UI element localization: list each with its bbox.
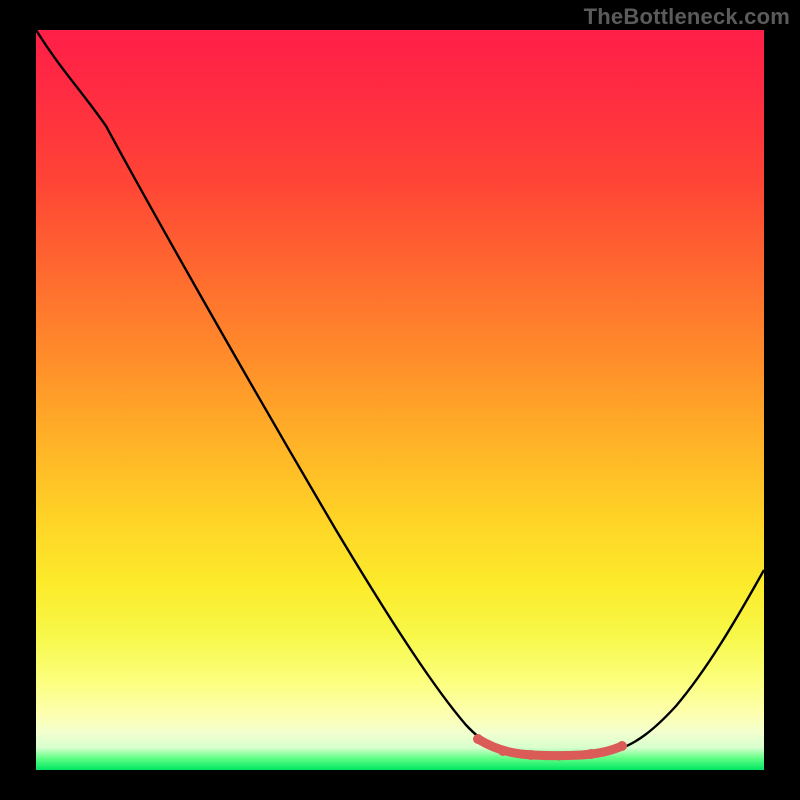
marker-dot-icon [586,749,596,759]
chart-frame: TheBottleneck.com [0,0,800,800]
marker-dot-icon [498,746,508,756]
marker-dot-icon [473,734,483,744]
watermark-text: TheBottleneck.com [584,4,790,30]
marker-dot-icon [617,741,627,751]
bottleneck-curve-path [36,30,764,754]
marker-dot-icon [526,750,536,760]
curve-overlay [36,30,764,770]
plot-area [36,30,764,770]
marker-dot-icon [555,752,564,761]
